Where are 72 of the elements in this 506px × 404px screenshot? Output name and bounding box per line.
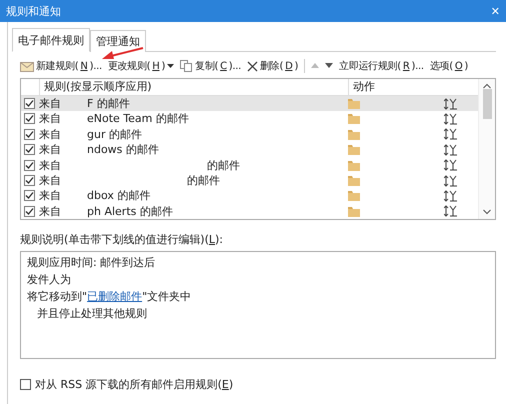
checkbox[interactable] xyxy=(24,113,35,124)
rule-name: 来自 xyxy=(39,96,61,112)
scroll-bar[interactable] xyxy=(478,79,495,219)
rule-name: 来自 xyxy=(39,173,61,188)
folder-icon xyxy=(348,113,360,124)
tab[interactable]: 管理通知 xyxy=(90,30,146,52)
close-icon xyxy=(247,60,258,72)
window-title: 规则和通知 xyxy=(6,4,61,18)
sort-icon xyxy=(444,205,457,218)
checkbox[interactable] xyxy=(24,98,35,110)
description-line: 发件人为 xyxy=(27,272,72,287)
rule-name: dbox 的邮件 xyxy=(87,188,150,204)
envelope-icon xyxy=(20,60,34,72)
rule-name: ph Alerts 的邮件 xyxy=(87,204,173,219)
sort-icon xyxy=(444,112,457,125)
checkbox[interactable] xyxy=(24,206,35,217)
annotation-arrow xyxy=(102,47,144,61)
rule-name: gur 的邮件 xyxy=(87,126,142,142)
description-label: 规则说明(单击带下划线的值进行编辑)(L): xyxy=(20,232,224,247)
folder-icon xyxy=(348,128,360,140)
tab[interactable]: 电子邮件规则 xyxy=(12,28,90,52)
rule-name: 来自 xyxy=(39,111,61,126)
rule-name: 的邮件 xyxy=(187,173,220,188)
sort-icon xyxy=(444,144,457,156)
delete-rule-button[interactable]: 删除( D ) xyxy=(247,59,298,73)
toolbar-button[interactable]: 立即运行规则( R )... xyxy=(339,59,424,73)
sort-icon xyxy=(444,128,457,140)
rule-name: 来自 xyxy=(39,158,61,173)
sort-icon xyxy=(444,159,457,172)
checkbox[interactable] xyxy=(20,379,31,390)
new-rule-button[interactable]: 新建规则( N )... xyxy=(20,59,102,73)
up-arrow-icon xyxy=(311,63,320,69)
down-arrow-icon xyxy=(325,63,334,69)
rule-name: F 的邮件 xyxy=(87,96,130,112)
rule-name: 来自 xyxy=(39,188,61,204)
rule-row[interactable]: 来自 F 的邮件 xyxy=(21,96,478,112)
sort-icon xyxy=(444,190,457,202)
description-line: 规则应用时间: 邮件到达后 xyxy=(27,255,156,270)
close-button[interactable]: ✕ xyxy=(488,4,502,18)
rule-name: eNote Team 的邮件 xyxy=(87,111,189,126)
checkbox[interactable] xyxy=(24,144,35,156)
rule-name: 来自 xyxy=(39,142,61,158)
rule-name: 来自 xyxy=(39,204,61,219)
folder-icon xyxy=(348,175,360,186)
checkbox[interactable] xyxy=(24,160,35,171)
sort-icon xyxy=(444,98,457,110)
folder-icon xyxy=(348,190,360,202)
scroll-thumb[interactable] xyxy=(482,89,492,119)
checkbox-label: 对从 RSS 源下载的所有邮件启用规则(E) xyxy=(35,377,234,392)
rule-name: 来自 xyxy=(39,126,61,142)
folder-icon xyxy=(348,160,360,171)
folder-link[interactable]: 已删除邮件 xyxy=(87,290,142,303)
description-line: 并且停止处理其他规则 xyxy=(36,306,148,321)
checkbox[interactable] xyxy=(24,190,35,202)
folder-icon xyxy=(348,144,360,156)
description-line: 将它移动到"已删除邮件"文件夹中 xyxy=(27,289,192,304)
folder-icon xyxy=(348,206,360,217)
toolbar-button[interactable]: 选项( O ) xyxy=(430,59,468,73)
scroll-up-icon[interactable] xyxy=(483,83,491,89)
copy-icon xyxy=(180,60,194,72)
caret-icon xyxy=(167,64,174,68)
checkbox[interactable] xyxy=(24,175,35,186)
checkbox[interactable] xyxy=(24,128,35,140)
rule-name: ndows 的邮件 xyxy=(87,142,159,158)
change-rule-button[interactable]: 更改规则( H ) xyxy=(108,59,174,73)
move-down-button[interactable] xyxy=(325,63,334,69)
column-header: 规则(按显示顺序应用) xyxy=(39,79,348,95)
copy-rule-button[interactable]: 复制( C )... xyxy=(180,59,242,73)
scroll-down-icon[interactable] xyxy=(483,209,491,215)
folder-icon xyxy=(348,98,360,110)
sort-icon xyxy=(444,174,457,187)
rule-name: 的邮件 xyxy=(207,158,240,173)
